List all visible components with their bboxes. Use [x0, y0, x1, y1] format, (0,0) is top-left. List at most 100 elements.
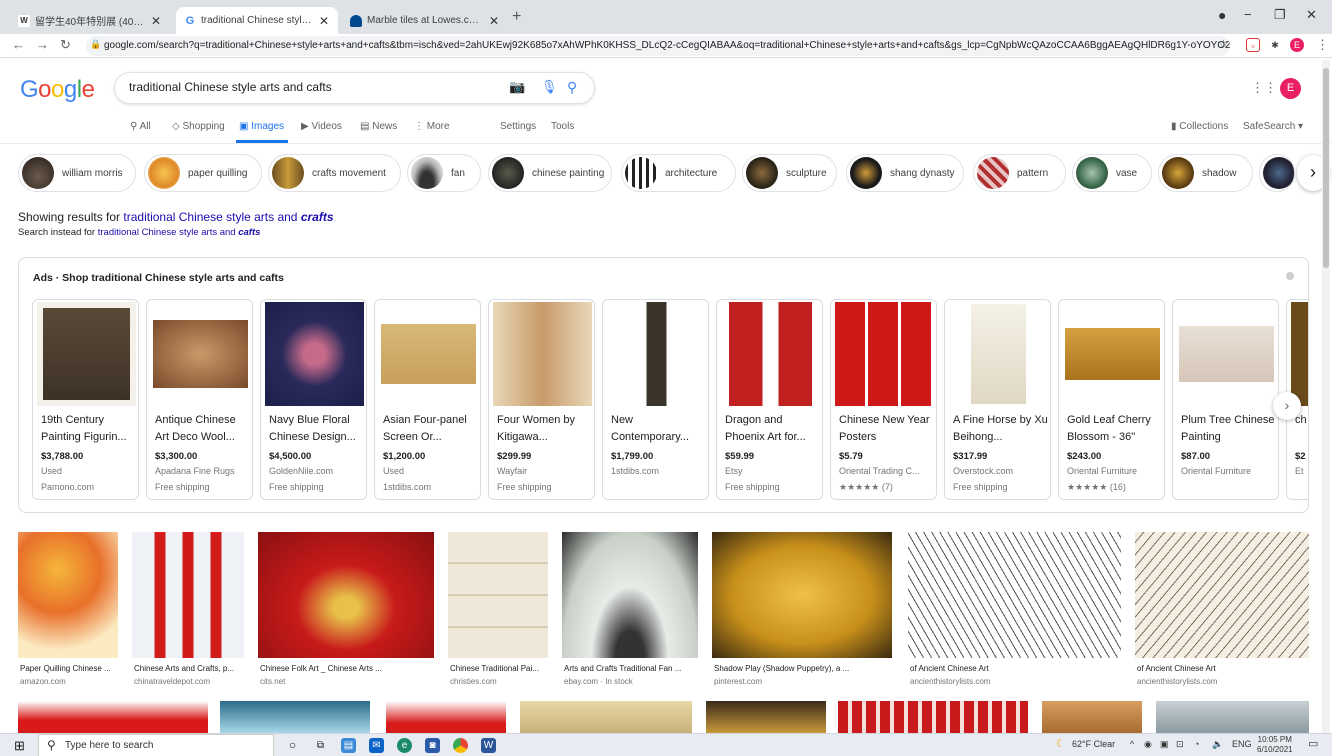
page-scrollbar[interactable]	[1322, 60, 1330, 733]
ads-info-icon[interactable]	[1286, 272, 1294, 280]
profile-avatar-icon[interactable]: E	[1290, 38, 1304, 52]
result-image[interactable]	[448, 532, 548, 658]
chrome-icon[interactable]	[453, 738, 468, 753]
result-image[interactable]	[258, 532, 434, 658]
close-tab-icon[interactable]: ✕	[488, 14, 500, 28]
chip-sculpture[interactable]: sculpture	[742, 154, 837, 192]
result-image[interactable]	[132, 532, 244, 658]
close-window-icon[interactable]: ✕	[1306, 7, 1317, 23]
browser-tab-1[interactable]: W 留学生40年特别展 (40 Years of ... ✕	[10, 7, 170, 34]
result-image[interactable]	[18, 532, 118, 658]
result-caption[interactable]: of Ancient Chinese Art	[1137, 664, 1309, 673]
edge-icon[interactable]: e	[397, 738, 412, 753]
back-icon[interactable]: ←	[12, 37, 25, 52]
result-image[interactable]	[520, 701, 692, 733]
tab-news[interactable]: ▤ News	[360, 121, 397, 132]
camera-icon[interactable]: 📷	[509, 79, 525, 95]
ad-card[interactable]: Chinese New Year Posters $5.79 Oriental …	[830, 299, 937, 500]
tab-images[interactable]: ▣ Images	[239, 121, 284, 132]
collections-link[interactable]: ▮ Collections	[1171, 121, 1228, 132]
chip-crafts-movement[interactable]: crafts movement	[268, 154, 401, 192]
result-caption[interactable]: Arts and Crafts Traditional Fan ...	[564, 664, 698, 673]
chip-vase[interactable]: vase	[1072, 154, 1152, 192]
network-icon[interactable]: ⊡	[1176, 739, 1184, 750]
search-box[interactable]: 📷 🎙 ⚲	[114, 72, 595, 104]
forward-icon[interactable]: →	[36, 37, 49, 52]
clock[interactable]: 10:05 PM 6/10/2021	[1257, 735, 1293, 755]
result-image[interactable]	[712, 532, 892, 658]
ad-card[interactable]: Navy Blue Floral Chinese Design... $4,50…	[260, 299, 367, 500]
ad-card[interactable]: 19th Century Painting Figurin... $3,788.…	[32, 299, 139, 500]
ad-card[interactable]: Four Women by Kitigawa... $299.99 Wayfai…	[488, 299, 595, 500]
chip-paper-quilling[interactable]: paper quilling	[144, 154, 262, 192]
tab-shopping[interactable]: ◇ Shopping	[172, 121, 225, 132]
extensions-puzzle-icon[interactable]: ✱	[1268, 38, 1282, 52]
reload-icon[interactable]: ↻	[60, 37, 71, 53]
chip-architecture[interactable]: architecture	[621, 154, 736, 192]
google-logo[interactable]: Google	[20, 76, 95, 104]
tab-more[interactable]: ⋮ More	[414, 121, 450, 132]
tools-link[interactable]: Tools	[551, 121, 574, 132]
ad-card[interactable]: Plum Tree Chinese Painting $87.00 Orient…	[1172, 299, 1279, 500]
browser-tab-3[interactable]: Marble tiles at Lowes.com: Search ... ✕	[342, 7, 508, 34]
scrollbar-thumb[interactable]	[1323, 68, 1329, 268]
close-tab-icon[interactable]: ✕	[150, 14, 162, 28]
chip-partial[interactable]	[1259, 154, 1295, 192]
new-tab-icon[interactable]: +	[512, 8, 521, 26]
corrected-query-link[interactable]: traditional Chinese style arts and craft…	[123, 210, 333, 224]
ad-card[interactable]: Antique Chinese Art Deco Wool... $3,300.…	[146, 299, 253, 500]
safesearch-button[interactable]: SafeSearch ▾	[1243, 121, 1303, 132]
original-query-link[interactable]: traditional Chinese style arts and cafts	[98, 227, 261, 238]
search-input[interactable]	[129, 80, 489, 94]
result-caption[interactable]: Chinese Folk Art _ Chinese Arts ...	[260, 664, 434, 673]
mail-icon[interactable]: ✉	[369, 738, 384, 753]
result-caption[interactable]: Shadow Play (Shadow Puppetry), a ...	[714, 664, 892, 673]
weather-text[interactable]: 62°F Clear	[1072, 739, 1115, 749]
tab-videos[interactable]: ▶ Videos	[301, 121, 342, 132]
notifications-icon[interactable]: ▭	[1308, 737, 1318, 750]
tab-all[interactable]: ⚲ All	[130, 121, 151, 132]
restore-icon[interactable]: ❐	[1274, 7, 1286, 23]
result-image[interactable]	[908, 532, 1121, 658]
result-image[interactable]	[386, 701, 506, 733]
search-icon[interactable]: ⚲	[567, 79, 577, 96]
url-field[interactable]: 🔒 google.com/search?q=traditional+Chines…	[86, 36, 1230, 56]
cortana-icon[interactable]: ○	[285, 738, 300, 753]
chip-fan[interactable]: fan	[407, 154, 481, 192]
windows-start-icon[interactable]: ⊞	[12, 738, 27, 753]
photos-icon[interactable]: ◙	[425, 738, 440, 753]
volume-icon[interactable]: 🔈	[1212, 739, 1223, 750]
ads-next-chevron-icon[interactable]: ›	[1273, 392, 1301, 420]
result-image[interactable]	[1042, 701, 1142, 733]
tray-monitor-icon[interactable]: ▣	[1160, 739, 1169, 750]
language-indicator[interactable]: ENG	[1232, 739, 1252, 749]
extension-icon[interactable]: ▫	[1246, 38, 1260, 52]
result-image[interactable]	[220, 701, 370, 733]
settings-link[interactable]: Settings	[500, 121, 536, 132]
tray-app-icon[interactable]: ◉	[1144, 739, 1152, 750]
result-caption[interactable]: Chinese Arts and Crafts, p...	[134, 664, 244, 673]
chip-shadow[interactable]: shadow	[1158, 154, 1253, 192]
menu-dots-icon[interactable]: ⋮	[1316, 37, 1329, 53]
chip-william-morris[interactable]: william morris	[18, 154, 136, 192]
avatar[interactable]: E	[1280, 78, 1301, 99]
ad-card[interactable]: A Fine Horse by Xu Beihong... $317.99 Ov…	[944, 299, 1051, 500]
bookmark-star-icon[interactable]: ☆	[1218, 37, 1229, 51]
minimize-icon[interactable]: −	[1244, 7, 1252, 22]
result-image[interactable]	[1156, 701, 1309, 733]
microphone-icon[interactable]: 🎙	[541, 79, 558, 95]
result-image[interactable]	[706, 701, 826, 733]
wifi-icon[interactable]: ◔	[1194, 739, 1199, 749]
profile-dot-icon[interactable]: ●	[1218, 7, 1226, 23]
result-image[interactable]	[18, 701, 208, 733]
chip-shang-dynasty[interactable]: shang dynasty	[846, 154, 964, 192]
task-view-icon[interactable]: ⧉	[313, 738, 328, 753]
word-icon[interactable]: W	[481, 738, 496, 753]
ad-card[interactable]: Dragon and Phoenix Art for... $59.99 Ets…	[716, 299, 823, 500]
store-icon[interactable]: ▤	[341, 738, 356, 753]
result-caption[interactable]: Chinese Traditional Pai...	[450, 664, 548, 673]
result-image[interactable]	[562, 532, 698, 658]
result-caption[interactable]: Paper Quilling Chinese ...	[20, 664, 120, 673]
ad-card[interactable]: Gold Leaf Cherry Blossom - 36" $243.00 O…	[1058, 299, 1165, 500]
result-caption[interactable]: of Ancient Chinese Art	[910, 664, 1121, 673]
